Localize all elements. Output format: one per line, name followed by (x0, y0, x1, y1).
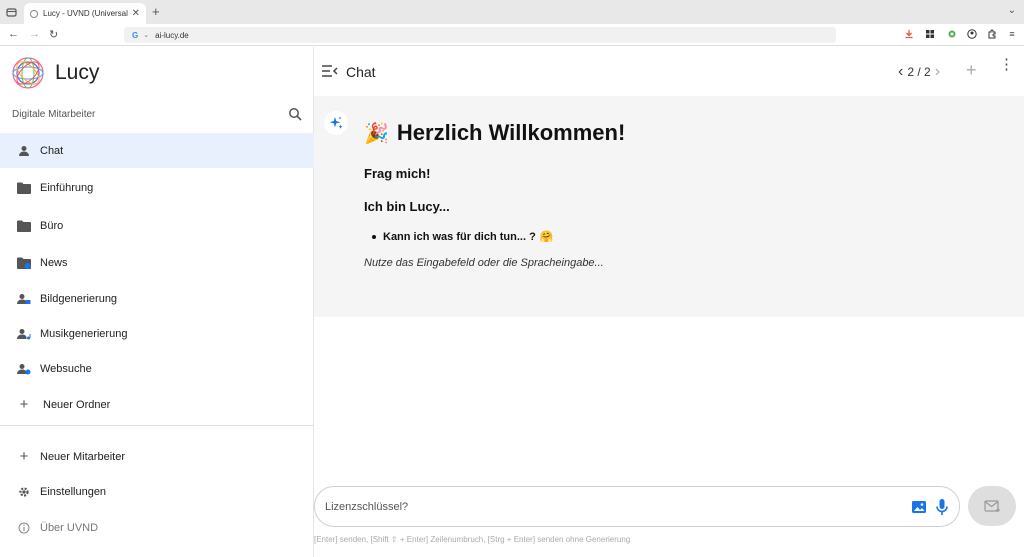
new-tab-button[interactable]: + (152, 4, 160, 19)
url-field[interactable]: G ⌄ ai-lucy.de (124, 27, 836, 43)
sidebar-item-label: Einführung (40, 181, 94, 194)
sidebar-item-label: Websuche (40, 362, 92, 375)
sidebar-item-label: Neuer Ordner (43, 398, 111, 411)
info-icon (17, 521, 31, 535)
plus-icon: + (19, 448, 29, 465)
news-icon (17, 256, 31, 270)
brand[interactable]: Lucy (10, 53, 99, 93)
sidebar-item-label: Musikgenerierung (40, 327, 128, 340)
tab-overview-icon[interactable] (4, 5, 18, 19)
sidebar-item-news[interactable]: News (0, 245, 314, 280)
browser-tab[interactable]: Lucy - UVND (Universal V ✕ (24, 3, 146, 24)
microphone-icon[interactable] (935, 498, 949, 516)
person-image-icon (17, 292, 31, 306)
tab-list-chevron-icon[interactable]: ⌄ (1008, 5, 1016, 16)
chevron-right-icon[interactable]: › (931, 63, 944, 81)
brand-name: Lucy (55, 61, 100, 84)
list-item: Kann ich was für dich tun... ? 🤗 (372, 230, 984, 243)
sidebar-item-chat[interactable]: Chat (0, 133, 314, 168)
pager-text: 2 / 2 (907, 65, 931, 79)
menu-toggle-icon[interactable] (322, 64, 338, 78)
new-chat-plus-icon[interactable]: + (966, 60, 977, 81)
sidebar-item-einfuehrung[interactable]: Einführung (0, 170, 314, 205)
extensions-grid-icon[interactable] (924, 28, 936, 40)
search-icon[interactable] (288, 107, 302, 121)
main-panel: Chat ‹ 2 / 2 › + ⋮ 🎉 Herzlich Willkommen… (314, 47, 1024, 557)
assistant-message: 🎉 Herzlich Willkommen! Frag mich! Ich bi… (314, 96, 1024, 317)
sidebar-item-label: Über UVND (40, 521, 99, 534)
tab-title: Lucy - UVND (Universal V (43, 9, 128, 18)
message-heading: 🎉 Herzlich Willkommen! (364, 120, 984, 146)
plus-icon: + (19, 396, 29, 413)
browser-address-bar: ← → ↻ G ⌄ ai-lucy.de ≡ (0, 24, 1024, 46)
sidebar-item-musikgenerierung[interactable]: Musikgenerierung (0, 316, 314, 351)
hugging-face-icon: 🤗 (539, 231, 554, 243)
message-pager: ‹ 2 / 2 › (894, 63, 944, 81)
sidebar-item-label: Einstellungen (40, 485, 107, 498)
sidebar-item-buero[interactable]: Büro (0, 208, 314, 243)
party-popper-icon: 🎉 (364, 122, 389, 145)
sidebar-item-label: News (40, 256, 68, 269)
message-hint: Nutze das Eingabefeld oder die Sprachein… (364, 257, 604, 269)
browser-menu-icon[interactable]: ≡ (1006, 28, 1018, 40)
image-upload-icon[interactable] (911, 499, 927, 515)
sidebar: Lucy Digitale Mitarbeiter Chat Einführun… (0, 47, 314, 557)
send-button[interactable] (968, 486, 1016, 526)
bullet-dot (372, 234, 376, 239)
sidebar-item-websuche[interactable]: Websuche (0, 351, 314, 386)
sidebar-item-bildgenerierung[interactable]: Bildgenerierung (0, 281, 314, 316)
account-icon[interactable] (966, 28, 978, 40)
heading-text: Herzlich Willkommen! (396, 120, 626, 145)
folder-icon (17, 181, 31, 195)
person-music-icon (17, 327, 31, 341)
search-engine-icon: G (132, 30, 139, 40)
download-icon[interactable] (903, 28, 915, 40)
new-employee-button[interactable]: + Neuer Mitarbeiter (0, 439, 314, 474)
chevron-down-icon: ⌄ (143, 32, 150, 39)
sidebar-item-label: Bildgenerierung (40, 292, 118, 305)
message-line: Frag mich! (364, 166, 431, 181)
reload-icon[interactable]: ↻ (49, 28, 58, 41)
person-search-icon (17, 362, 31, 376)
new-folder-button[interactable]: + Neuer Ordner (0, 387, 314, 422)
about-button[interactable]: Über UVND (0, 510, 314, 545)
forward-icon[interactable]: → (29, 28, 40, 40)
bullet-text: Kann ich was für dich tun... ? (383, 230, 536, 243)
settings-button[interactable]: Einstellungen (0, 474, 314, 509)
tab-close-icon[interactable]: ✕ (132, 8, 140, 19)
sidebar-item-label: Neuer Mitarbeiter (40, 450, 125, 463)
url-text: ai-lucy.de (155, 30, 189, 40)
puzzle-icon[interactable] (986, 28, 998, 40)
section-label: Digitale Mitarbeiter (12, 109, 96, 120)
message-line: Ich bin Lucy... (364, 199, 450, 214)
sparkle-icon (324, 111, 348, 135)
chat-input[interactable] (325, 487, 895, 526)
browser-tab-bar: Lucy - UVND (Universal V ✕ + ⌄ (0, 0, 1024, 24)
chat-header: Chat ‹ 2 / 2 › + ⋮ (314, 47, 1024, 96)
sidebar-item-label: Chat (40, 144, 64, 157)
person-icon (17, 144, 31, 158)
page-title: Chat (346, 64, 376, 80)
sidebar-divider (0, 425, 314, 426)
sidebar-item-label: Büro (40, 219, 64, 232)
chat-input-box (314, 486, 960, 527)
more-vert-icon[interactable]: ⋮ (999, 57, 1014, 72)
send-mail-icon (984, 500, 1000, 512)
message-body: 🎉 Herzlich Willkommen! Frag mich! Ich bi… (364, 120, 984, 269)
gear-icon (17, 485, 31, 499)
lucy-logo-icon (12, 57, 44, 89)
chevron-left-icon[interactable]: ‹ (894, 63, 907, 81)
folder-icon (17, 219, 31, 233)
tab-favicon-icon (30, 9, 38, 18)
back-icon[interactable]: ← (8, 28, 19, 40)
vpn-icon[interactable] (946, 28, 958, 40)
keyboard-hint: [Enter] senden, [Shift ⇧ + Enter] Zeilen… (314, 535, 631, 544)
